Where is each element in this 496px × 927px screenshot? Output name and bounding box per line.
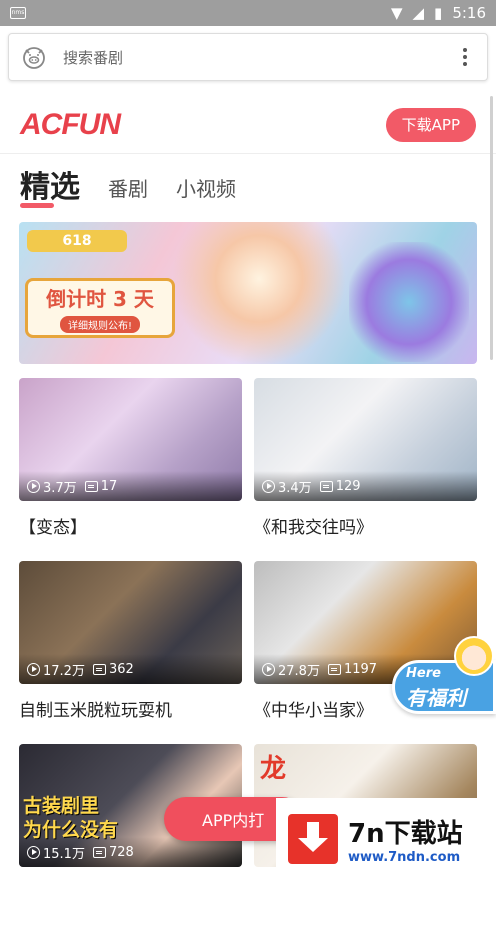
download-arrow-icon xyxy=(288,814,338,864)
battery-icon: ▮ xyxy=(434,4,443,22)
comment-count: 362 xyxy=(108,661,134,677)
comment-count: 1197 xyxy=(343,661,378,677)
signal-icon: ◢ xyxy=(412,4,425,22)
countdown-subtitle: 详细规则公布! xyxy=(59,316,140,333)
video-card[interactable]: 17.2万 362 自制玉米脱粒玩耍机 xyxy=(19,561,242,744)
video-thumbnail[interactable]: 3.4万 129 xyxy=(254,378,477,501)
watermark-name: 7n下载站 xyxy=(348,819,463,849)
play-count-icon xyxy=(27,845,40,859)
comment-icon xyxy=(92,846,106,858)
comment-icon xyxy=(84,480,98,492)
video-card[interactable]: 3.4万 129 《和我交往吗》 xyxy=(254,378,477,561)
video-title[interactable]: 《和我交往吗》 xyxy=(254,513,477,538)
play-count-icon xyxy=(262,479,275,493)
play-count-icon xyxy=(262,662,275,676)
acfun-pig-icon xyxy=(23,47,45,69)
video-title[interactable]: 【变态】 xyxy=(19,513,242,538)
comment-icon xyxy=(92,663,106,675)
banner-event-badge: 618 xyxy=(27,230,127,252)
tab-featured[interactable]: 精选 xyxy=(20,162,80,208)
thumbnail-caption: 古装剧里 为什么没有 xyxy=(23,795,119,841)
view-count: 27.8万 xyxy=(278,663,320,679)
comment-icon xyxy=(327,663,341,675)
video-stats: 3.4万 129 xyxy=(254,471,477,501)
comment-count: 17 xyxy=(100,478,118,494)
video-stats: 15.1万 728 xyxy=(19,837,242,867)
welfare-float-button[interactable]: Here 有福利 xyxy=(392,636,496,722)
app-header: ACFUN 下载APP xyxy=(0,96,496,154)
video-title[interactable]: 自制玉米脱粒玩耍机 xyxy=(19,696,242,721)
video-thumbnail[interactable]: 17.2万 362 xyxy=(19,561,242,684)
view-count: 3.4万 xyxy=(278,480,312,496)
countdown-text: 倒计时 3 天 xyxy=(46,287,154,311)
wifi-icon: ▼ xyxy=(390,4,403,22)
search-bar[interactable]: 搜索番剧 xyxy=(8,33,488,81)
download-app-button[interactable]: 下载APP xyxy=(385,107,476,142)
category-tabs: 精选 番剧 小视频 xyxy=(20,164,236,208)
play-count-icon xyxy=(27,479,40,493)
comment-icon xyxy=(319,480,333,492)
video-stats: 3.7万 17 xyxy=(19,471,242,501)
play-count-icon xyxy=(27,662,40,676)
clock: 5:16 xyxy=(452,4,486,22)
video-thumbnail[interactable]: 3.7万 17 xyxy=(19,378,242,501)
comment-count: 129 xyxy=(335,478,361,494)
comment-count: 728 xyxy=(108,844,134,860)
watermark-url: www.7ndn.com xyxy=(348,850,461,865)
view-count: 17.2万 xyxy=(43,663,85,679)
view-count: 15.1万 xyxy=(43,846,85,862)
status-bar: nms ▼ ◢ ▮ 5:16 xyxy=(0,0,496,26)
tab-short-video[interactable]: 小视频 xyxy=(176,173,236,208)
video-card[interactable]: 3.7万 17 【变态】 xyxy=(19,378,242,561)
app-notification-icon: nms xyxy=(10,7,26,19)
tab-anime[interactable]: 番剧 xyxy=(108,173,148,208)
scrollbar[interactable] xyxy=(490,96,493,360)
acfun-logo: ACFUN xyxy=(20,107,121,141)
view-count: 3.7万 xyxy=(43,480,77,496)
thumbnail-caption: 龙 xyxy=(260,754,287,784)
banner-countdown: 倒计时 3 天 详细规则公布! xyxy=(25,278,175,338)
welfare-here-label: Here xyxy=(406,666,441,681)
site-watermark: 7n下载站 www.7ndn.com xyxy=(276,798,496,880)
banner-character-art xyxy=(169,222,349,364)
video-stats: 17.2万 362 xyxy=(19,654,242,684)
promo-banner[interactable]: 618 倒计时 3 天 详细规则公布! xyxy=(19,222,477,364)
search-input[interactable]: 搜索番剧 xyxy=(63,47,455,68)
more-menu-icon[interactable] xyxy=(455,48,475,66)
mascot-avatar xyxy=(454,636,494,676)
welfare-label: 有福利 xyxy=(406,686,466,710)
banner-decoration xyxy=(349,242,469,362)
